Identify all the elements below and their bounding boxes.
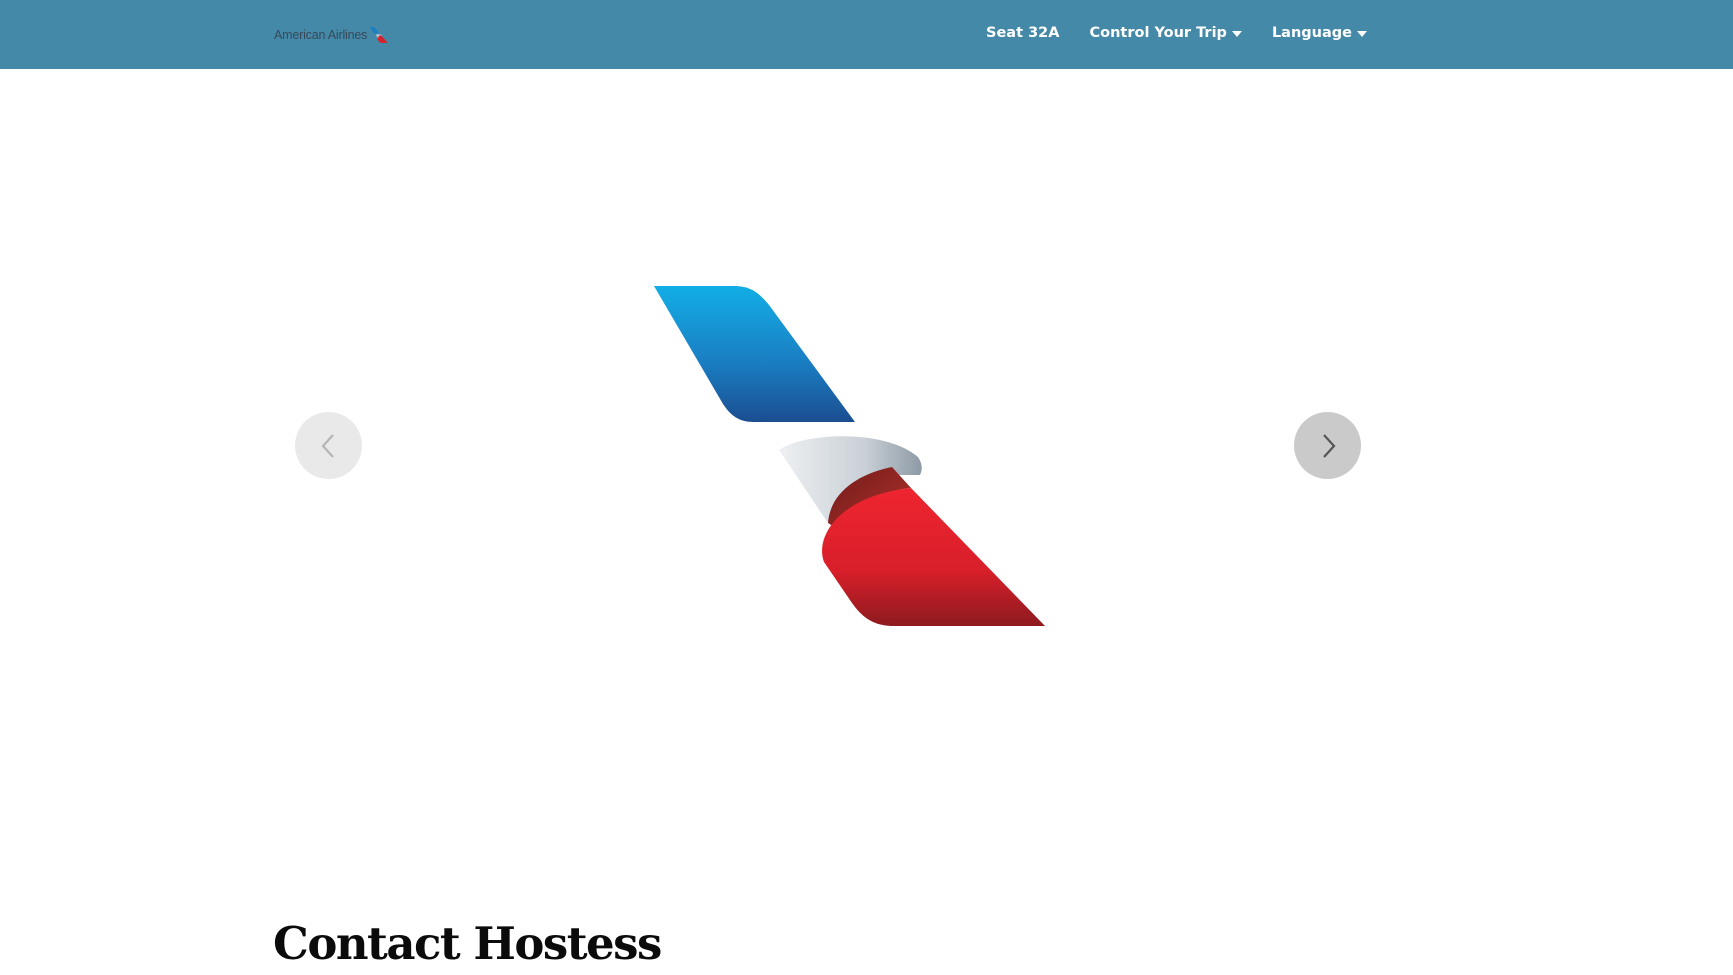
caret-down-icon — [1231, 30, 1242, 37]
brand-wordmark: American Airlines — [274, 28, 368, 42]
top-navbar: American Airlines Seat 32A Control Your … — [0, 0, 1733, 69]
nav-item-language[interactable]: Language — [1272, 25, 1367, 41]
caret-down-icon — [1357, 30, 1367, 37]
carousel-prev-button[interactable] — [295, 412, 362, 479]
brand-logo-link[interactable]: American Airlines — [274, 24, 389, 46]
flight-symbol-slide-image — [654, 286, 1045, 626]
nav-item-seat[interactable]: Seat 32A — [986, 25, 1059, 41]
chevron-right-icon — [1322, 433, 1335, 458]
nav-menu: Seat 32A Control Your Trip Language — [986, 0, 1367, 66]
hero-carousel — [0, 69, 1733, 759]
nav-item-control-your-trip-label: Control Your Trip — [1089, 25, 1227, 41]
page-title: Contact Hostess — [273, 917, 662, 970]
carousel-next-button[interactable] — [1294, 412, 1361, 479]
chevron-left-icon — [321, 433, 334, 458]
nav-item-language-label: Language — [1271, 25, 1352, 41]
flight-symbol-icon — [370, 27, 389, 43]
nav-item-control-your-trip[interactable]: Control Your Trip — [1089, 25, 1242, 41]
nav-item-seat-label: Seat 32A — [986, 25, 1060, 41]
